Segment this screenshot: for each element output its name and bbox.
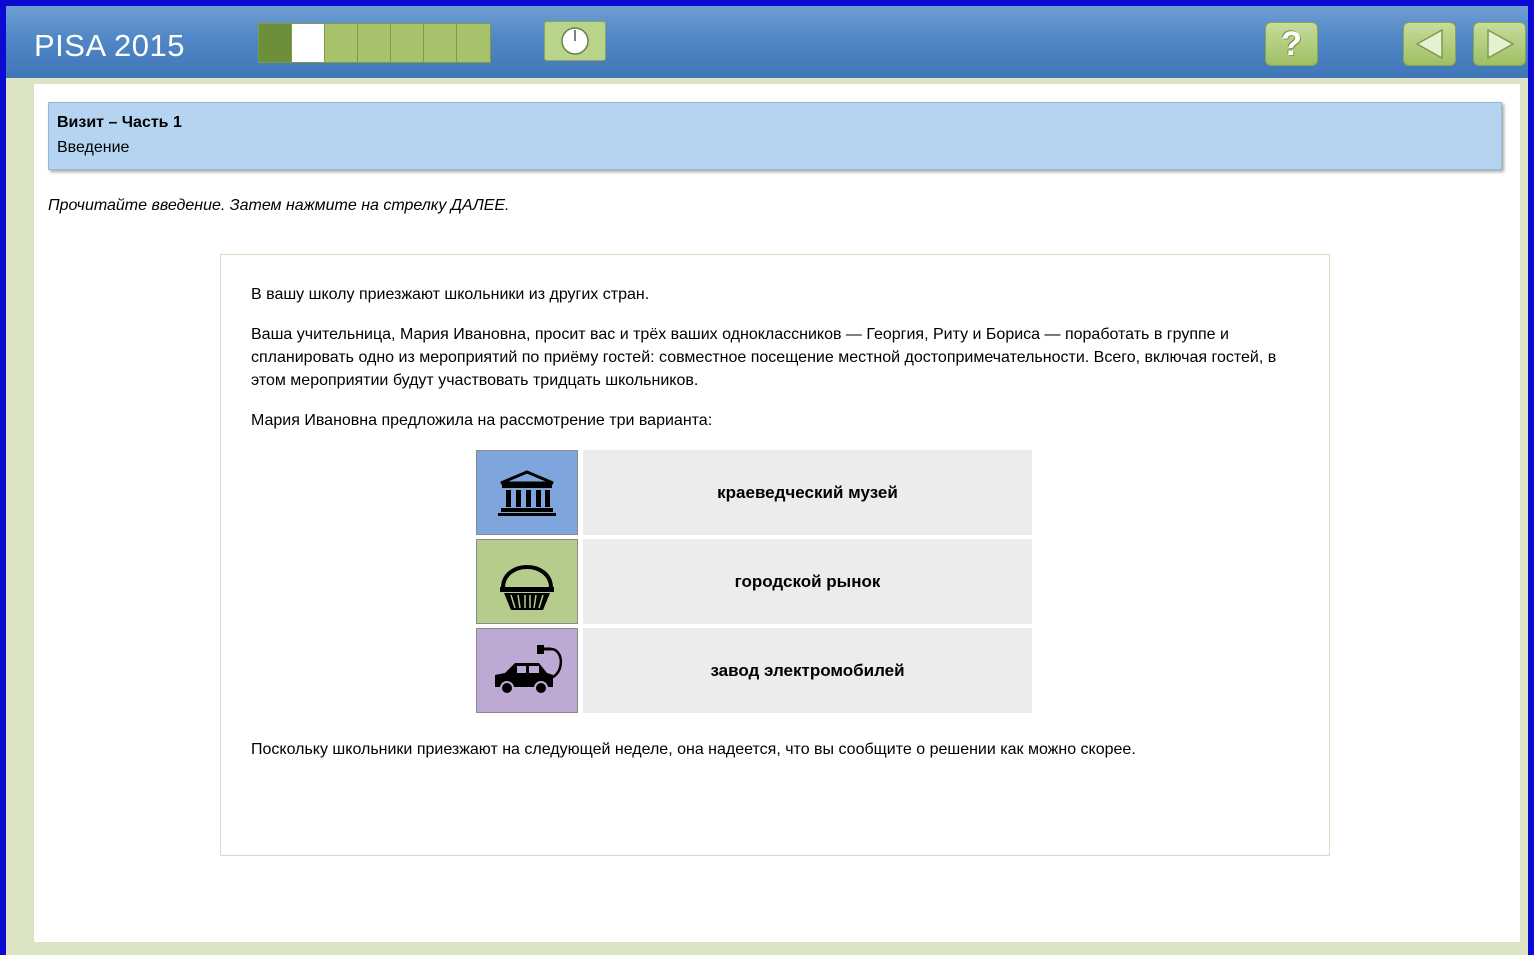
top-toolbar: PISA 2015 ? — [6, 6, 1528, 78]
stimulus-box: В вашу школу приезжают школьники из друг… — [220, 254, 1330, 856]
electric-car-icon — [476, 628, 578, 713]
content-panel: Визит – Часть 1 Введение Прочитайте введ… — [34, 84, 1520, 942]
options-list: краеведческий музей городской рынок заво… — [476, 450, 1032, 713]
option-label: городской рынок — [583, 539, 1032, 624]
progress-step — [424, 24, 457, 62]
progress-indicator — [258, 23, 491, 63]
progress-step — [457, 24, 490, 62]
unit-subtitle: Введение — [57, 139, 130, 156]
progress-step — [358, 24, 391, 62]
arrow-right-icon — [1486, 28, 1515, 60]
option-market: городской рынок — [476, 539, 1032, 624]
app-frame: PISA 2015 ? Визит – Часть 1 Введение Про… — [6, 6, 1528, 955]
basket-icon — [476, 539, 578, 624]
arrow-left-icon — [1414, 28, 1443, 60]
clock-icon — [561, 27, 589, 55]
stimulus-paragraph: Мария Ивановна предложила на рассмотрени… — [251, 412, 713, 429]
progress-step-current — [292, 24, 325, 62]
question-mark-icon: ? — [1281, 24, 1302, 63]
unit-header: Визит – Часть 1 Введение — [48, 102, 1502, 170]
option-museum: краеведческий музей — [476, 450, 1032, 535]
next-button[interactable] — [1473, 22, 1526, 66]
unit-title: Визит – Часть 1 — [57, 114, 182, 131]
stimulus-paragraph: Поскольку школьники приезжают на следующ… — [251, 741, 1136, 758]
stimulus-paragraph: В вашу школу приезжают школьники из друг… — [251, 286, 650, 303]
help-button[interactable]: ? — [1265, 22, 1318, 66]
option-label: завод электромобилей — [583, 628, 1032, 713]
progress-step — [259, 24, 292, 62]
museum-icon — [476, 450, 578, 535]
timer-button[interactable] — [544, 21, 606, 61]
option-label: краеведческий музей — [583, 450, 1032, 535]
progress-step — [325, 24, 358, 62]
app-title: PISA 2015 — [34, 28, 186, 63]
progress-step — [391, 24, 424, 62]
stimulus-paragraph: Ваша учительница, Мария Ивановна, просит… — [251, 326, 1277, 389]
instruction-text: Прочитайте введение. Затем нажмите на ст… — [48, 197, 510, 214]
back-button[interactable] — [1403, 22, 1456, 66]
option-factory: завод электромобилей — [476, 628, 1032, 713]
